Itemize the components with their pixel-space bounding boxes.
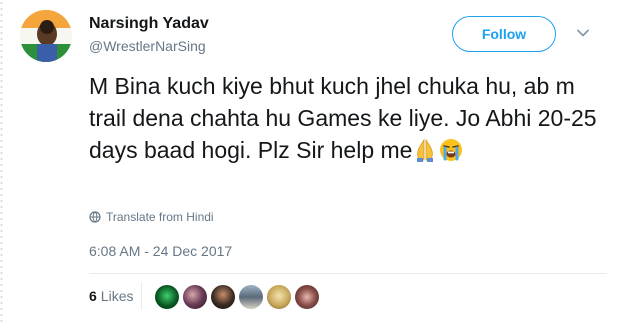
liker-avatar[interactable] [211, 285, 235, 309]
translate-link[interactable]: Translate from Hindi [89, 210, 214, 224]
display-name[interactable]: Narsingh Yadav [89, 15, 209, 33]
avatar-image [20, 10, 72, 62]
likers-avatars [155, 285, 319, 309]
stat-separator [141, 282, 142, 310]
avatar[interactable] [20, 10, 72, 62]
globe-icon [89, 211, 101, 223]
likes-stat[interactable]: 6 Likes [89, 288, 133, 304]
liker-avatar[interactable] [267, 285, 291, 309]
tweet-timestamp[interactable]: 6:08 AM - 24 Dec 2017 [89, 243, 232, 259]
translate-label: Translate from Hindi [106, 210, 214, 224]
likes-label: Likes [100, 288, 134, 304]
tweet-card: Narsingh Yadav @WrestlerNarSing Follow M… [0, 0, 626, 323]
user-handle[interactable]: @WrestlerNarSing [89, 38, 206, 54]
divider [89, 273, 607, 274]
follow-button[interactable]: Follow [452, 16, 556, 52]
folded-hands-emoji [417, 138, 434, 162]
liker-avatar[interactable] [155, 285, 179, 309]
liker-avatar[interactable] [295, 285, 319, 309]
chevron-down-icon[interactable] [576, 26, 590, 40]
tweet-body: M Bina kuch kiye bhut kuch jhel chuka hu… [89, 73, 603, 163]
liker-avatar[interactable] [239, 285, 263, 309]
likes-count: 6 [89, 288, 97, 304]
tweet-text: M Bina kuch kiye bhut kuch jhel chuka hu… [89, 70, 599, 166]
loudly-crying-face-emoji [440, 139, 463, 161]
thread-dotted-rule [0, 0, 3, 323]
liker-avatar[interactable] [183, 285, 207, 309]
